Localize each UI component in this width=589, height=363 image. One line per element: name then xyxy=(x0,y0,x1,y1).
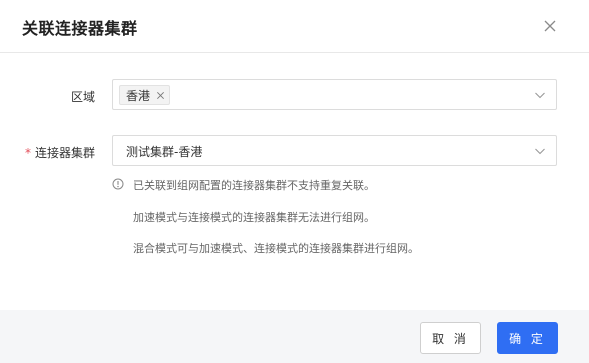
region-label: 区域 xyxy=(71,90,96,104)
region-select[interactable]: 香港 xyxy=(112,79,557,110)
cluster-label: * 连接器集群 xyxy=(25,144,95,161)
hint-line-2: 加速模式与连接模式的连接器集群无法进行组网。 xyxy=(133,211,375,224)
cluster-select[interactable]: 测试集群-香港 xyxy=(112,135,557,166)
hint-line-3: 混合模式可与加速模式、连接模式的连接器集群进行组网。 xyxy=(133,242,419,255)
region-tag-label: 香港 xyxy=(126,88,151,103)
chevron-down-icon xyxy=(535,148,545,155)
dialog-title: 关联连接器集群 xyxy=(22,19,138,38)
cluster-label-text: 连接器集群 xyxy=(35,146,96,160)
region-tag: 香港 xyxy=(119,85,171,105)
cancel-button[interactable]: 取 消 xyxy=(420,322,481,354)
close-icon[interactable] xyxy=(540,16,560,36)
associate-cluster-dialog: 关联连接器集群 区域 香港 * 连接器集群 测试集群-香港 已关联到组网配置的连接… xyxy=(0,0,589,363)
chevron-down-icon xyxy=(535,92,545,99)
confirm-button[interactable]: 确 定 xyxy=(497,322,558,354)
cluster-select-value: 测试集群-香港 xyxy=(126,145,203,159)
dialog-footer: 取 消 确 定 xyxy=(0,310,589,363)
hint-line-1: 已关联到组网配置的连接器集群不支持重复关联。 xyxy=(133,179,375,192)
required-mark: * xyxy=(25,146,31,160)
dialog-header: 关联连接器集群 xyxy=(0,0,589,53)
remove-tag-icon[interactable] xyxy=(156,91,165,100)
info-circle-icon xyxy=(112,178,124,190)
